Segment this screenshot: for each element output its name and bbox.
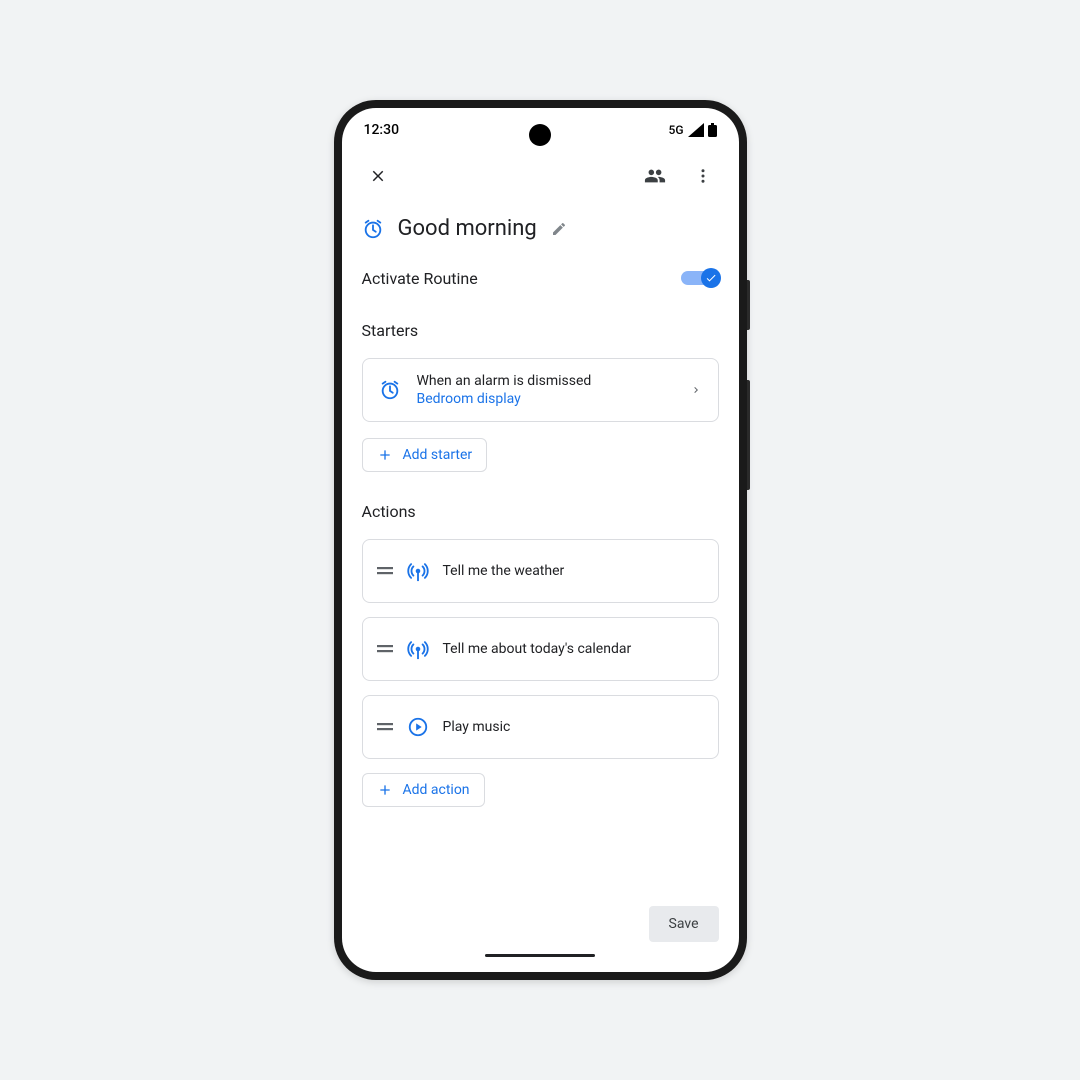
check-icon <box>705 272 717 284</box>
action-item[interactable]: Play music <box>362 695 719 759</box>
page-title: Good morning <box>398 216 537 241</box>
broadcast-icon <box>407 560 429 582</box>
overflow-menu-button[interactable] <box>683 156 723 196</box>
plus-icon <box>377 447 393 463</box>
alarm-icon <box>379 379 401 401</box>
chevron-right-icon <box>690 384 702 396</box>
action-label: Tell me about today's calendar <box>443 641 632 657</box>
add-action-label: Add action <box>403 782 470 798</box>
broadcast-icon <box>407 638 429 660</box>
activate-label: Activate Routine <box>362 269 478 288</box>
status-time: 12:30 <box>364 122 400 138</box>
people-icon <box>644 165 666 187</box>
phone-side-button <box>747 380 750 490</box>
phone-frame: 12:30 5G <box>334 100 747 980</box>
network-label: 5G <box>669 123 684 137</box>
action-item[interactable]: Tell me about today's calendar <box>362 617 719 681</box>
starter-item[interactable]: When an alarm is dismissed Bedroom displ… <box>362 358 719 422</box>
add-starter-label: Add starter <box>403 447 473 463</box>
content: Good morning Activate Routine Starters <box>342 200 739 894</box>
starters-section-label: Starters <box>362 321 719 340</box>
more-vert-icon <box>694 167 712 185</box>
starter-title: When an alarm is dismissed <box>417 373 674 389</box>
action-label: Tell me the weather <box>443 563 565 579</box>
drag-handle-icon[interactable] <box>377 644 393 654</box>
title-row: Good morning <box>362 216 719 241</box>
alarm-icon <box>362 218 384 240</box>
drag-handle-icon[interactable] <box>377 566 393 576</box>
action-label: Play music <box>443 719 511 735</box>
starter-subtitle: Bedroom display <box>417 391 674 407</box>
status-right: 5G <box>669 123 717 137</box>
bottom-bar: Save <box>342 894 739 954</box>
signal-icon <box>688 123 704 137</box>
activate-routine-row: Activate Routine <box>362 267 719 289</box>
play-circle-icon <box>407 716 429 738</box>
app-bar <box>342 152 739 200</box>
action-item[interactable]: Tell me the weather <box>362 539 719 603</box>
save-button[interactable]: Save <box>649 906 719 942</box>
edit-icon[interactable] <box>551 221 567 237</box>
plus-icon <box>377 782 393 798</box>
camera-notch <box>529 124 551 146</box>
close-button[interactable] <box>358 156 398 196</box>
screen: 12:30 5G <box>342 108 739 972</box>
drag-handle-icon[interactable] <box>377 722 393 732</box>
phone-side-button <box>747 280 750 330</box>
nav-handle[interactable] <box>485 954 595 957</box>
nav-bar <box>342 954 739 972</box>
actions-section-label: Actions <box>362 502 719 521</box>
add-starter-button[interactable]: Add starter <box>362 438 488 472</box>
activate-toggle[interactable] <box>681 267 719 289</box>
share-people-button[interactable] <box>635 156 675 196</box>
battery-icon <box>708 123 717 137</box>
add-action-button[interactable]: Add action <box>362 773 485 807</box>
close-icon <box>369 167 387 185</box>
